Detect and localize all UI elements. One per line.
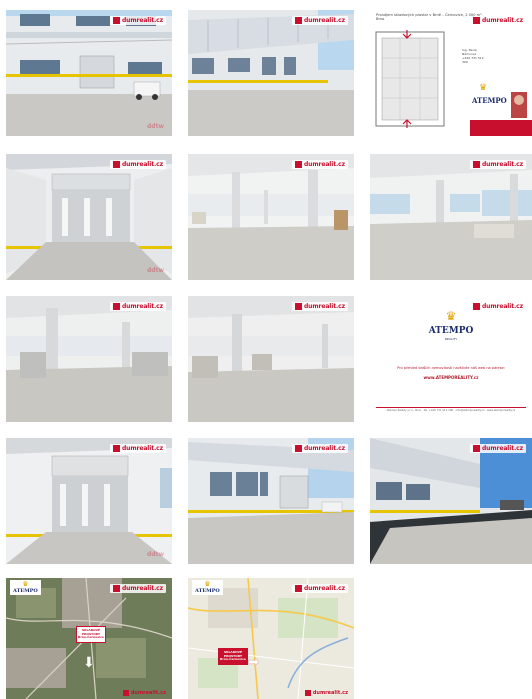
crown-icon: ♛: [204, 580, 211, 588]
map-street: [188, 578, 354, 699]
agent-phone: +420 731 512 300: [462, 56, 484, 64]
gallery-tile-3[interactable]: Pronájem skladových prostor v Brně – Čer…: [370, 10, 532, 136]
dumrealit-logo-icon: [122, 690, 129, 696]
gallery-tile-1[interactable]: dumrealit.cz ddtw: [6, 10, 172, 136]
photo-hall-windows: [370, 154, 532, 280]
map-label-box: SKLADOVÉ PROSTORY Brno-Černovice: [218, 648, 248, 665]
gallery-tile-8[interactable]: dumrealit.cz: [188, 296, 354, 422]
agent-name: Ing. Pavla Němcová: [462, 48, 477, 56]
brand-name: dumrealit.cz: [303, 585, 345, 592]
footer-brand: dumrealit.cz: [304, 690, 348, 696]
gallery-tile-5[interactable]: dumrealit.cz: [188, 154, 354, 280]
gallery-tile-13[interactable]: ♛ ATEMPO SKLADOVÉ PROSTORY Brno-Černovic…: [6, 578, 172, 699]
photo-building-side: [188, 438, 354, 564]
brand-badge: dumrealit.cz: [291, 302, 348, 311]
promo-text: Pro přehled dalších nemovitostí navštivt…: [397, 366, 505, 370]
photo-hall-pallets-2: [188, 296, 354, 422]
footer-brand-text: dumrealit.cz: [312, 690, 348, 696]
brand-badge: dumrealit.cz: [109, 16, 166, 25]
arrow-down-icon: ⬇: [83, 655, 95, 671]
promo-footer: Atempo Reality s.r.o., Brno · tel. +420 …: [376, 407, 526, 412]
atempo-badge: ♛ ATEMPO: [10, 580, 41, 595]
brand-badge: dumrealit.cz: [469, 160, 526, 169]
dumrealit-logo-icon: [294, 303, 302, 310]
gallery-tile-14[interactable]: ♛ ATEMPO SKLADOVÉ PROSTORY Brno-Černovic…: [188, 578, 354, 699]
dumrealit-logo-icon: [112, 303, 120, 310]
atempo-logo-sub: REALITY: [444, 337, 458, 341]
brand-badge: dumrealit.cz: [291, 584, 348, 593]
brand-badge: dumrealit.cz: [291, 160, 348, 169]
brand-badge: dumrealit.cz: [109, 160, 166, 169]
brand-badge: dumrealit.cz: [109, 584, 166, 593]
watermark: ddtw: [146, 267, 164, 274]
dumrealit-logo-icon: [294, 161, 302, 168]
brand-name: dumrealit.cz: [303, 161, 345, 168]
brand-name: dumrealit.cz: [121, 585, 163, 592]
brand-name: dumrealit.cz: [121, 17, 163, 24]
footer-brand-text: dumrealit.cz: [130, 690, 166, 696]
dumrealit-logo-icon: [112, 445, 120, 452]
gallery-tile-4[interactable]: dumrealit.cz ddtw: [6, 154, 172, 280]
brand-badge: dumrealit.cz: [469, 16, 526, 25]
atempo-logo-text: ATEMPO: [195, 588, 220, 594]
brand-name: dumrealit.cz: [481, 17, 523, 24]
dumrealit-logo-icon: [472, 445, 480, 452]
brand-name: dumrealit.cz: [121, 161, 163, 168]
watermark: ddtw: [146, 123, 164, 130]
brand-badge: dumrealit.cz: [469, 444, 526, 453]
brand-name: dumrealit.cz: [481, 161, 523, 168]
gallery-tile-12[interactable]: dumrealit.cz: [370, 438, 532, 564]
atempo-logo-text: ATEMPO: [472, 96, 507, 105]
gallery-tile-10[interactable]: dumrealit.cz ddtw: [6, 438, 172, 564]
crown-icon: ♛: [479, 83, 488, 93]
dumrealit-logo-icon: [294, 445, 302, 452]
atempo-logo-text: ATEMPO: [428, 326, 474, 336]
brand-name: dumrealit.cz: [303, 17, 345, 24]
brand-badge: dumrealit.cz: [109, 302, 166, 311]
dumrealit-logo-icon: [472, 17, 480, 24]
dumrealit-logo-icon: [112, 17, 120, 24]
agent-info: Ing. Pavla Němcová +420 731 512 300: [462, 48, 490, 68]
dumrealit-logo-icon: [112, 161, 120, 168]
floorplan-drawing: [375, 30, 532, 136]
dumrealit-logo-icon: [294, 17, 302, 24]
photo-garage-door: [6, 154, 172, 280]
photo-building-sun: [370, 438, 532, 564]
brand-name: dumrealit.cz: [303, 445, 345, 452]
crown-icon: ♛: [22, 580, 29, 588]
map-label-box: SKLADOVÉ PROSTORY Brno-Černovice: [76, 626, 106, 643]
photo-garage-door-2: [6, 438, 172, 564]
arrow-right-icon: ➡: [248, 655, 259, 670]
brand-badge: dumrealit.cz: [109, 444, 166, 453]
watermark: ddtw: [146, 551, 164, 558]
dumrealit-logo-icon: [472, 303, 480, 310]
brand-badge: dumrealit.cz: [291, 16, 348, 25]
gallery-tile-11[interactable]: dumrealit.cz: [188, 438, 354, 564]
gallery-tile-9[interactable]: dumrealit.cz ♛ ATEMPO REALITY Pro přehle…: [370, 296, 532, 422]
brand-name: dumrealit.cz: [481, 445, 523, 452]
photo-hall-columns: [188, 154, 354, 280]
dumrealit-logo-icon: [294, 585, 302, 592]
footer-brand: dumrealit.cz: [122, 690, 166, 696]
brand-name: dumrealit.cz: [121, 303, 163, 310]
gallery-tile-7[interactable]: dumrealit.cz: [6, 296, 172, 422]
crown-icon: ♛: [445, 309, 457, 323]
gallery-tile-6[interactable]: dumrealit.cz: [370, 154, 532, 280]
brand-name: dumrealit.cz: [303, 303, 345, 310]
dumrealit-logo-icon: [112, 585, 120, 592]
dumrealit-logo-icon: [304, 690, 311, 696]
atempo-badge: ♛ ATEMPO: [192, 580, 223, 595]
photo-building-exterior: [6, 10, 172, 136]
brand-badge: dumrealit.cz: [291, 444, 348, 453]
brand-name: dumrealit.cz: [481, 303, 523, 310]
photo-hall-pallets: [6, 296, 172, 422]
photo-building-canopy: [188, 10, 354, 136]
photo-gallery: dumrealit.cz ddtw dumrealit.cz Pronájem …: [0, 0, 532, 699]
promo-url[interactable]: www.ATEMPOREALITY.cz: [370, 375, 532, 380]
gallery-tile-2[interactable]: dumrealit.cz: [188, 10, 354, 136]
dumrealit-logo-icon: [472, 161, 480, 168]
brand-name: dumrealit.cz: [121, 445, 163, 452]
atempo-logo-text: ATEMPO: [13, 588, 38, 594]
